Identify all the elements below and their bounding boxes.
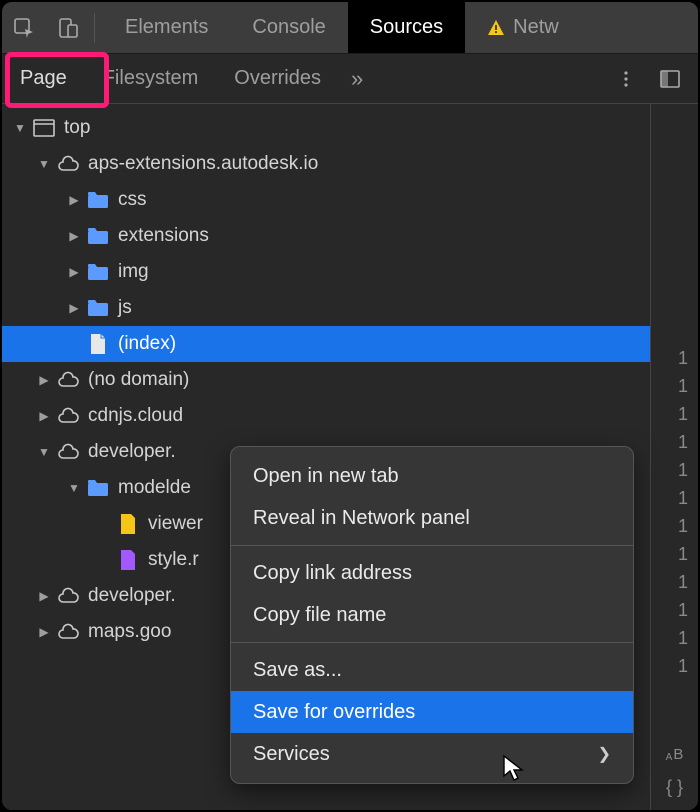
tree-label: developer. — [88, 585, 176, 607]
tree-label: cdnjs.cloud — [88, 405, 183, 427]
tree-folder-js[interactable]: ▶ js — [2, 290, 650, 326]
tab-elements[interactable]: Elements — [103, 2, 230, 53]
chevron-right-icon: ▶ — [66, 193, 82, 207]
menu-separator — [231, 545, 633, 546]
tree-label: img — [118, 261, 149, 283]
tree-top[interactable]: ▼ top — [2, 110, 650, 146]
tree-label: (no domain) — [88, 369, 189, 391]
chevron-right-icon: ▶ — [36, 373, 52, 387]
file-icon — [116, 548, 140, 572]
folder-icon — [86, 296, 110, 320]
tab-network-label: Netw — [513, 16, 559, 39]
devtools-top-tabs: Elements Console Sources Netw — [2, 2, 698, 54]
tree-cdnjs[interactable]: ▶ cdnjs.cloud — [2, 398, 650, 434]
line-numbers: 1 1 1 1 1 1 1 1 1 1 1 1 — [651, 104, 698, 680]
folder-icon — [86, 188, 110, 212]
tab-console[interactable]: Console — [230, 2, 347, 53]
more-options-icon[interactable] — [606, 59, 646, 99]
cloud-icon — [56, 404, 80, 428]
warning-icon — [487, 19, 505, 37]
cloud-icon — [56, 620, 80, 644]
device-toggle-icon[interactable] — [46, 2, 90, 53]
subtab-overrides[interactable]: Overrides — [216, 54, 339, 103]
subtab-more-icon[interactable]: » — [339, 66, 375, 92]
chevron-right-icon: ▶ — [66, 229, 82, 243]
chevron-right-icon: ▶ — [66, 265, 82, 279]
menu-copy-link[interactable]: Copy link address — [231, 552, 633, 594]
subtab-page[interactable]: Page — [2, 54, 85, 103]
file-icon — [116, 512, 140, 536]
menu-services[interactable]: Services ❯ — [231, 733, 633, 775]
file-icon — [86, 332, 110, 356]
menu-copy-file[interactable]: Copy file name — [231, 594, 633, 636]
chevron-right-icon: ▶ — [36, 589, 52, 603]
tree-label: developer. — [88, 441, 176, 463]
code-label: AB — [666, 746, 684, 763]
tree-label: css — [118, 189, 147, 211]
tree-label: (index) — [118, 333, 176, 355]
cloud-icon — [56, 440, 80, 464]
tree-folder-extensions[interactable]: ▶ extensions — [2, 218, 650, 254]
menu-save-overrides[interactable]: Save for overrides — [231, 691, 633, 733]
tree-no-domain[interactable]: ▶ (no domain) — [2, 362, 650, 398]
tree-label: style.r — [148, 549, 199, 571]
tree-folder-img[interactable]: ▶ img — [2, 254, 650, 290]
chevron-down-icon: ▼ — [36, 157, 52, 171]
tree-folder-css[interactable]: ▶ css — [2, 182, 650, 218]
toggle-sidebar-icon[interactable] — [650, 59, 690, 99]
tree-label: modelde — [118, 477, 191, 499]
tree-label: extensions — [118, 225, 209, 247]
tree-label: viewer — [148, 513, 203, 535]
chevron-right-icon: ▶ — [36, 625, 52, 639]
chevron-down-icon: ▼ — [66, 481, 82, 495]
tab-network[interactable]: Netw — [465, 2, 581, 53]
separator — [94, 13, 95, 43]
menu-save-as[interactable]: Save as... — [231, 649, 633, 691]
folder-icon — [86, 476, 110, 500]
chevron-right-icon: ▶ — [36, 409, 52, 423]
chevron-down-icon: ▼ — [36, 445, 52, 459]
menu-reveal-network[interactable]: Reveal in Network panel — [231, 497, 633, 539]
cloud-icon — [56, 584, 80, 608]
menu-services-label: Services — [253, 743, 330, 766]
menu-separator — [231, 642, 633, 643]
tree-label: top — [64, 117, 90, 139]
inspect-icon[interactable] — [2, 2, 46, 53]
subtab-filesystem[interactable]: Filesystem — [85, 54, 217, 103]
chevron-right-icon: ▶ — [66, 301, 82, 315]
context-menu: Open in new tab Reveal in Network panel … — [230, 446, 634, 784]
tree-label: js — [118, 297, 132, 319]
tree-label: aps-extensions.autodesk.io — [88, 153, 318, 175]
code-panel: 1 1 1 1 1 1 1 1 1 1 1 1 AB { } — [650, 104, 698, 810]
chevron-right-icon: ❯ — [598, 744, 611, 764]
folder-icon — [86, 224, 110, 248]
window-icon — [32, 116, 56, 140]
cloud-icon — [56, 368, 80, 392]
sources-sub-tabs: Page Filesystem Overrides » — [2, 54, 698, 104]
tree-domain-aps[interactable]: ▼ aps-extensions.autodesk.io — [2, 146, 650, 182]
tree-label: maps.goo — [88, 621, 171, 643]
menu-open-new-tab[interactable]: Open in new tab — [231, 455, 633, 497]
folder-icon — [86, 260, 110, 284]
tree-file-index[interactable]: (index) — [2, 326, 650, 362]
tab-sources[interactable]: Sources — [348, 2, 465, 53]
chevron-down-icon: ▼ — [12, 121, 28, 135]
pretty-print-icon[interactable]: { } — [666, 777, 683, 798]
cloud-icon — [56, 152, 80, 176]
